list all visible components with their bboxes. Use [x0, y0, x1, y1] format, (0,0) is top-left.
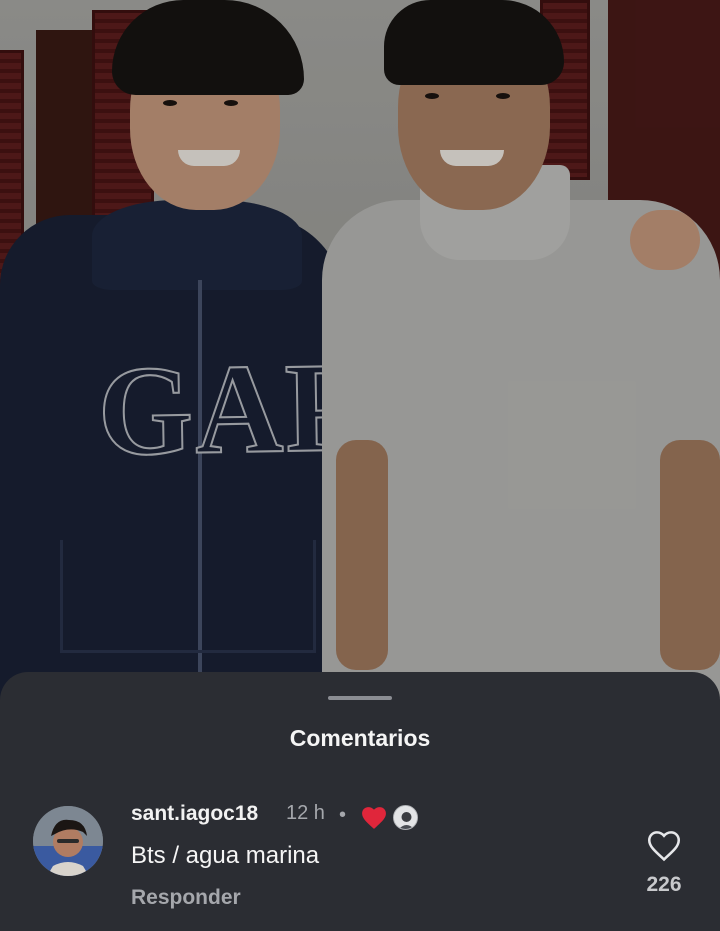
heart-outline-icon[interactable] [647, 830, 681, 862]
post-photo[interactable]: GAP [0, 0, 720, 720]
sheet-title: Comentarios [289, 725, 431, 751]
sheet-drag-handle[interactable] [328, 696, 392, 700]
meta-separator: • [339, 804, 347, 826]
commenter-username[interactable]: sant.iagoc18 [131, 802, 258, 826]
red-heart-icon [362, 807, 386, 829]
reply-button[interactable]: Responder [131, 886, 241, 910]
commenter-avatar[interactable] [33, 806, 103, 876]
avatar-image [33, 806, 103, 876]
creator-avatar-mini [393, 805, 418, 830]
comment-text: Bts / agua marina [131, 842, 320, 869]
comment-time: 12 h [286, 802, 325, 824]
photo-dim-overlay [0, 0, 720, 720]
like-count: 226 [646, 873, 682, 896]
comments-sheet [0, 672, 720, 931]
